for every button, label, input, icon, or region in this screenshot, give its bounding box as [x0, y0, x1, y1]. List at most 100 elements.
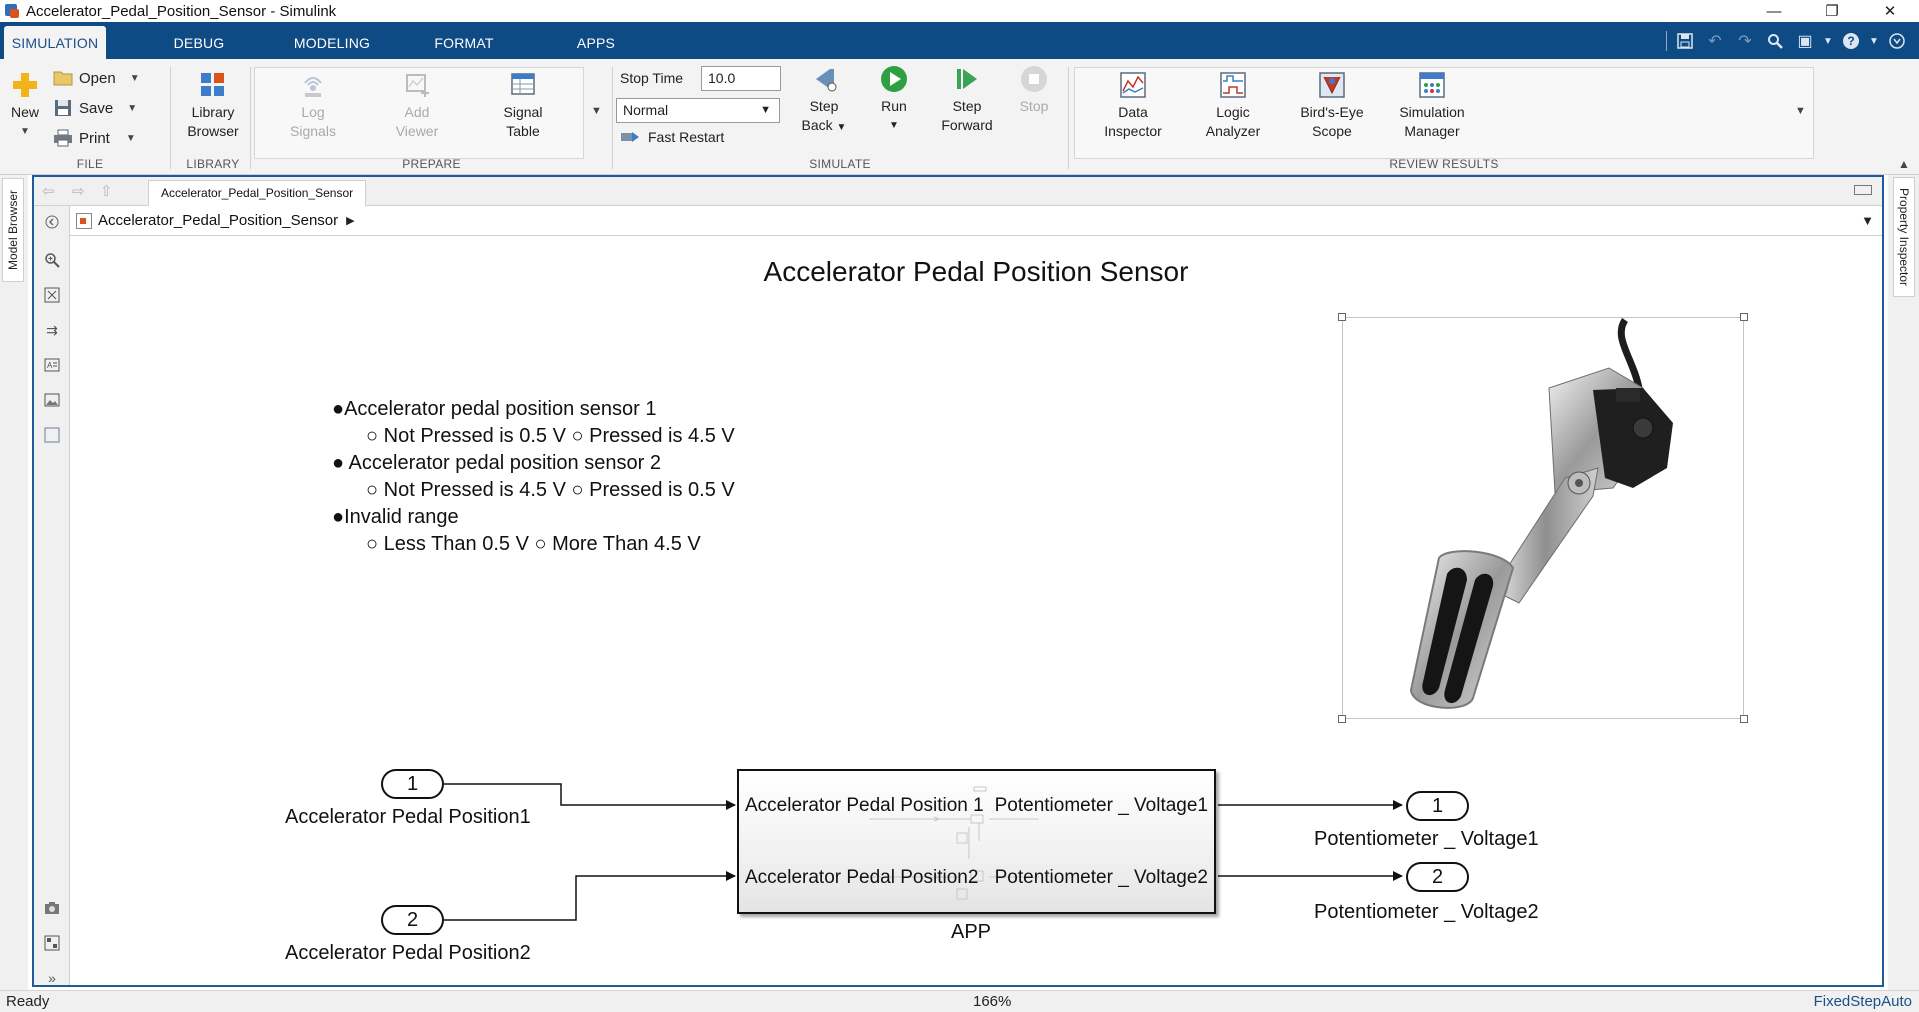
outport-1-label[interactable]: Potentiometer _ Voltage1	[1314, 828, 1539, 851]
camera-icon[interactable]	[40, 896, 64, 920]
community-icon[interactable]: ▣	[1793, 29, 1817, 53]
add-viewer-icon	[406, 74, 429, 97]
tab-modeling[interactable]: MODELING	[284, 26, 380, 59]
annotation-icon[interactable]: A	[40, 353, 64, 377]
step-forward-button[interactable]: Step Forward	[938, 65, 996, 135]
restore-button[interactable]: ❐	[1803, 0, 1861, 22]
step-back-button[interactable]: Step Back ▼	[798, 65, 850, 137]
inport-1[interactable]: 1	[381, 769, 444, 799]
breadcrumb-arrow-icon[interactable]: ▶	[346, 214, 354, 227]
zoom-icon[interactable]	[40, 248, 64, 272]
inport-2[interactable]: 2	[381, 905, 444, 935]
subsystem-name-label[interactable]: APP	[951, 921, 991, 944]
new-plus-icon	[13, 73, 37, 97]
undo-icon[interactable]: ↶	[1703, 29, 1727, 53]
open-label: Open	[79, 69, 116, 87]
birds-eye-scope-button[interactable]: Bird's-Eye Scope	[1290, 71, 1374, 141]
add-viewer-button[interactable]: Add Viewer	[388, 71, 446, 141]
tab-debug[interactable]: DEBUG	[160, 26, 238, 59]
inport-2-label[interactable]: Accelerator Pedal Position2	[285, 942, 531, 965]
status-text: Ready	[6, 993, 50, 1010]
fit-to-view-icon[interactable]	[40, 283, 64, 307]
ribbon-separator	[170, 67, 171, 169]
stop-button[interactable]: Stop	[1014, 65, 1054, 116]
signal-line-in2	[444, 871, 736, 921]
search-icon[interactable]	[1763, 29, 1787, 53]
model-browser-tab[interactable]: Model Browser	[2, 178, 24, 282]
property-inspector-label: Property Inspector	[1897, 187, 1911, 287]
model-icon	[76, 212, 92, 229]
fast-restart-toggle[interactable]: Fast Restart	[620, 129, 724, 145]
step-forward-icon	[957, 69, 977, 89]
logic-analyzer-button[interactable]: Logic Analyzer	[1194, 71, 1272, 141]
step-forward-label-2: Forward	[941, 117, 993, 133]
subsystem-out2-port-label: Potentiometer _ Voltage2	[994, 867, 1208, 888]
canvas-palette: ⇉ A »	[34, 206, 70, 986]
inport-1-label[interactable]: Accelerator Pedal Position1	[285, 806, 531, 829]
expand-palette-icon[interactable]: »	[40, 966, 64, 990]
collapse-toolstrip-icon[interactable]	[1885, 29, 1909, 53]
data-inspector-icon	[1120, 72, 1146, 98]
library-browser-button[interactable]: Library Browser	[180, 71, 246, 141]
print-chevron-icon: ▼	[125, 132, 136, 144]
forward-arrow-icon[interactable]: ⇨	[72, 182, 85, 200]
help-icon[interactable]: ?	[1839, 29, 1863, 53]
chevron-down-icon[interactable]: ▼	[1823, 29, 1833, 53]
simulation-mode-select[interactable]: Normal ▼	[616, 98, 780, 123]
redo-icon[interactable]: ↷	[1733, 29, 1757, 53]
close-button[interactable]: ✕	[1861, 0, 1919, 22]
route-lines-icon[interactable]: ⇉	[40, 318, 64, 342]
property-inspector-tab[interactable]: Property Inspector	[1893, 177, 1915, 297]
save-disk-icon	[55, 100, 71, 116]
outport-2[interactable]: 2	[1406, 862, 1469, 892]
subsystem-in2-port-label: Accelerator Pedal Position2	[745, 867, 979, 888]
back-arrow-icon[interactable]: ⇦	[42, 182, 55, 200]
model-document-tab[interactable]: Accelerator_Pedal_Position_Sensor	[148, 180, 367, 206]
model-canvas[interactable]: Accelerator Pedal Position Sensor ●Accel…	[70, 236, 1882, 985]
up-arrow-icon[interactable]: ⇧	[100, 182, 113, 200]
toolstrip-tabs: SIMULATION DEBUG MODELING FORMAT APPS ↶ …	[0, 22, 1919, 59]
data-inspector-label-2: Inspector	[1104, 123, 1162, 139]
signal-table-button[interactable]: Signal Table	[494, 71, 552, 141]
review-gallery-expand-icon[interactable]: ▼	[1795, 105, 1806, 117]
printer-icon	[54, 129, 72, 147]
zoom-level[interactable]: 166%	[973, 993, 1011, 1010]
ribbon-separator	[1068, 67, 1069, 169]
outport-1[interactable]: 1	[1406, 791, 1469, 821]
stop-time-input[interactable]: 10.0	[701, 66, 781, 91]
save-button[interactable]: Save ▼	[53, 99, 137, 117]
stop-icon	[1021, 66, 1047, 92]
save-icon[interactable]	[1673, 29, 1697, 53]
image-icon[interactable]	[40, 388, 64, 412]
tab-format[interactable]: FORMAT	[420, 26, 508, 59]
help-menu-chevron-icon[interactable]: ▼	[1869, 29, 1879, 53]
outport-2-label[interactable]: Potentiometer _ Voltage2	[1314, 901, 1539, 924]
subsystem-out1-port-label: Potentiometer _ Voltage1	[994, 795, 1208, 816]
area-icon[interactable]	[40, 423, 64, 447]
tab-apps[interactable]: APPS	[560, 26, 632, 59]
logic-analyzer-icon	[1220, 72, 1246, 98]
new-button[interactable]: New ▼	[6, 71, 44, 141]
ribbon-separator	[612, 67, 613, 169]
tab-simulation[interactable]: SIMULATION	[4, 26, 106, 59]
collapse-ribbon-icon[interactable]: ▲	[1898, 157, 1910, 171]
hide-explorer-icon[interactable]	[40, 210, 64, 234]
prepare-gallery-expand-icon[interactable]: ▼	[591, 105, 602, 117]
breadcrumb[interactable]: Accelerator_Pedal_Position_Sensor	[98, 212, 338, 229]
app-subsystem-block[interactable]: Accelerator Pedal Position 1 Accelerator…	[737, 769, 1216, 914]
print-button[interactable]: Print ▼	[53, 129, 136, 147]
solver-link[interactable]: FixedStepAuto	[1814, 993, 1912, 1010]
model-data-icon[interactable]	[40, 931, 64, 955]
minimize-button[interactable]: —	[1745, 0, 1803, 22]
breadcrumb-dropdown-icon[interactable]: ▼	[1861, 213, 1874, 228]
chevron-down-icon: ▼	[760, 104, 771, 116]
run-button[interactable]: Run ▼	[870, 65, 918, 135]
logic-analyzer-label-1: Logic	[1216, 104, 1250, 120]
open-button[interactable]: Open ▼	[53, 69, 140, 87]
data-inspector-button[interactable]: Data Inspector	[1094, 71, 1172, 141]
keyboard-icon[interactable]	[1854, 185, 1872, 195]
birds-eye-label-1: Bird's-Eye	[1300, 104, 1364, 120]
run-icon	[881, 66, 907, 92]
simulation-manager-button[interactable]: Simulation Manager	[1390, 71, 1474, 141]
log-signals-button[interactable]: Log Signals	[284, 71, 342, 141]
